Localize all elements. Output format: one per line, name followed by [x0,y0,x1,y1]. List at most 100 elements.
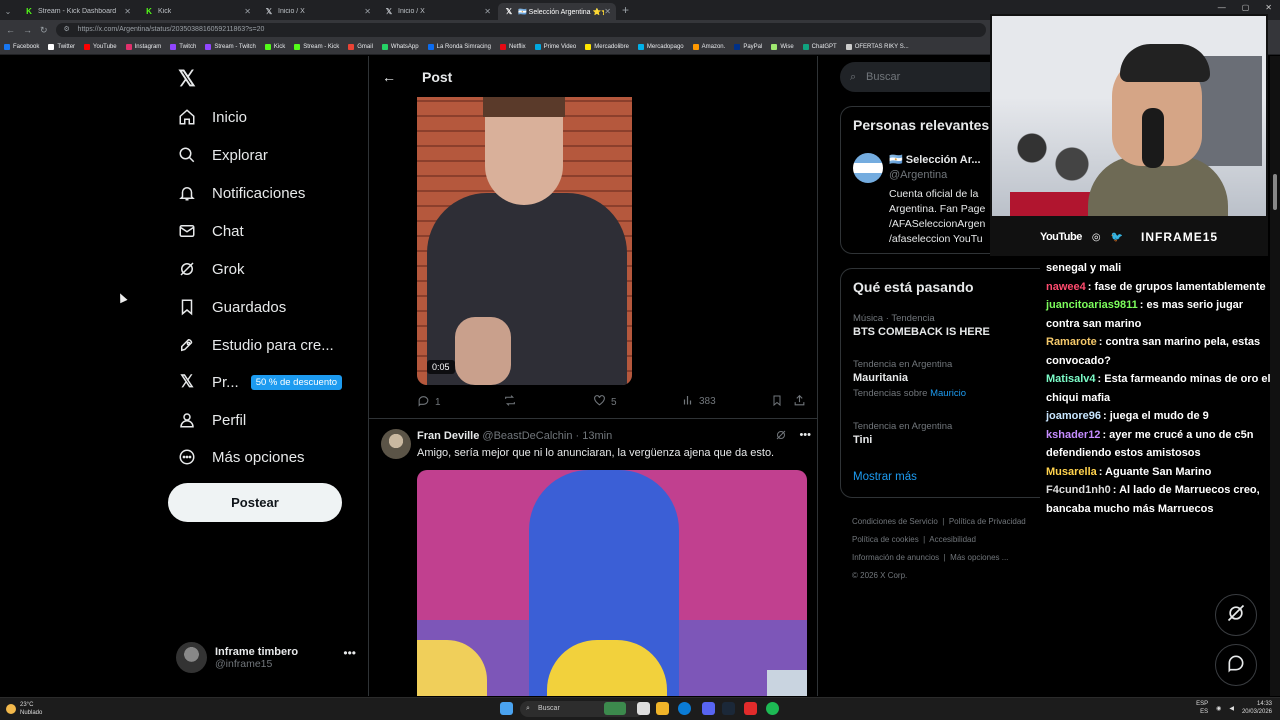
close-icon[interactable]: ✕ [124,7,131,16]
bookmark-item[interactable]: Twitter [48,44,75,50]
trend-link[interactable]: Mauricio [930,388,966,399]
bookmark-item[interactable]: Instagram [125,44,161,50]
start-icon[interactable] [500,702,513,715]
tab-inicio-x-2[interactable]: 𝕏 Inicio / X ✕ [378,3,496,20]
maximize-icon[interactable]: ▢ [1242,3,1250,12]
trend-item[interactable]: Tendencia en Argentina Tini [853,421,952,446]
minimize-icon[interactable]: — [1218,3,1226,12]
more-horizontal-icon[interactable]: ••• [343,646,356,660]
bookmark-item[interactable]: ChatGPT [802,44,837,50]
nav-item-premium[interactable]: 𝕏 Pr... 50 % de descuento [178,372,343,391]
bookmark-item[interactable]: YouTube [84,44,117,50]
weather-widget[interactable]: 23°C Nublado [6,701,42,717]
close-icon[interactable]: ✕ [244,7,251,16]
more-horizontal-icon[interactable]: ••• [799,429,811,444]
chat-username: Matisalv4 [1046,373,1096,385]
nav-item-guardados[interactable]: Guardados [178,298,286,316]
edge-icon[interactable] [678,702,691,715]
discord-icon[interactable] [702,702,715,715]
tab-kick-dashboard[interactable]: K Stream - Kick Dashboard ✕ [18,3,136,20]
show-more-link[interactable]: Mostrar más [853,471,917,483]
like-button[interactable]: 5 [593,394,617,410]
tab-inicio-x-1[interactable]: 𝕏 Inicio / X ✕ [258,3,376,20]
bookmark-item[interactable]: Mercadolibre [585,44,629,50]
close-icon[interactable]: ✕ [604,7,611,16]
post-video[interactable]: 0:05 [417,97,632,385]
app-icon[interactable] [744,702,757,715]
reload-icon[interactable]: ↻ [40,25,48,36]
views-button[interactable]: 383 [682,394,716,409]
trend-item[interactable]: Música · Tendencia BTS COMEBACK IS HERE [853,313,990,338]
url-input[interactable]: https://x.com/Argentina/status/203503881… [55,23,986,37]
forward-icon[interactable]: → [23,25,32,35]
bookmark-icon [771,394,783,410]
bookmark-favicon-icon [734,44,741,50]
x-logo-icon[interactable]: 𝕏 [178,66,196,92]
steam-icon[interactable] [722,702,735,715]
bookmark-item[interactable]: Stream - Kick [294,44,339,50]
back-icon[interactable]: ← [6,25,15,35]
nav-item-mas-opciones[interactable]: Más opciones [178,448,305,466]
relevant-handle[interactable]: @Argentina [889,169,947,181]
reply-gif[interactable] [417,470,807,696]
nav-item-inicio[interactable]: Inicio [178,108,247,126]
spotify-icon[interactable] [766,702,779,715]
chat-message: kshader12: ayer me crucé a uno de c5n de… [1046,426,1276,463]
gif-object [767,670,807,696]
bookmark-item[interactable]: Amazon. [692,44,725,50]
avatar[interactable] [853,153,883,183]
bookmark-item[interactable]: Prime Video [534,44,576,50]
bookmark-item[interactable]: Mercadopago [637,44,684,50]
nav-item-grok[interactable]: Grok [178,260,245,278]
tab-search-button[interactable]: ⌄ [0,3,16,20]
grok-icon[interactable] [775,429,787,444]
bookmark-item[interactable]: Kick [264,44,285,50]
bookmark-item[interactable]: PayPal [734,44,762,50]
back-arrow-icon[interactable]: ← [382,69,396,85]
tab-seleccion-argentina[interactable]: 𝕏🇦🇷 Selección Argentina ⭐⭐⭐✕ [498,3,616,20]
nav-item-chat[interactable]: Chat [178,222,244,240]
reply-author-handle[interactable]: @BeastDeCalchin [482,430,572,442]
bell-icon [178,184,196,202]
trend-item[interactable]: Tendencia en Argentina Mauritania Tenden… [853,359,966,399]
bookmark-item[interactable]: Gmail [348,44,373,50]
repost-button[interactable] [503,394,522,410]
nav-item-perfil[interactable]: Perfil [178,411,246,429]
tab-kick[interactable]: K Kick ✕ [138,3,256,20]
bookmark-item[interactable]: WhatsApp [381,44,419,50]
bookmark-item[interactable]: Netflix [499,44,526,50]
share-button[interactable] [793,394,806,410]
clock[interactable]: 14:33 20/03/2026 [1242,700,1272,716]
avatar[interactable] [381,429,411,459]
bookmark-item[interactable]: Facebook [4,44,39,50]
bookmark-item[interactable]: La Ronda Simracing [427,44,491,50]
bookmark-item[interactable]: Wise [771,44,794,50]
grok-button[interactable] [1215,594,1257,636]
scrollbar-thumb[interactable] [1273,174,1277,210]
account-switcher[interactable]: Inframe timbero @inframe15 ••• [176,642,356,673]
reply-button[interactable]: 1 [417,394,441,410]
bookmark-item[interactable]: Twitch [170,44,196,50]
reply-timestamp[interactable]: 13min [582,430,612,442]
file-explorer-icon[interactable] [656,702,669,715]
post-button[interactable]: Postear [168,483,342,522]
close-icon[interactable]: ✕ [484,7,491,16]
search-input[interactable]: ⌕ Buscar [840,62,1000,92]
nav-item-estudio[interactable]: Estudio para cre... [178,336,334,354]
new-tab-button[interactable]: + [622,3,629,20]
nav-item-explorar[interactable]: Explorar [178,146,268,164]
task-view-icon[interactable] [637,702,650,715]
widgets-icon[interactable] [604,702,626,715]
relevant-name[interactable]: 🇦🇷 Selección Ar... [889,153,981,166]
messages-button[interactable] [1215,644,1257,686]
bookmark-button[interactable] [771,394,783,410]
close-window-icon[interactable]: ✕ [1265,3,1272,12]
reply-author-name[interactable]: Fran Deville [417,430,479,442]
volume-icon[interactable]: ◀ [1229,705,1234,712]
nav-item-notificaciones[interactable]: Notificaciones [178,184,305,202]
wifi-icon[interactable]: ◉ [1216,705,1221,712]
bookmark-item[interactable]: OFERTAS RIKY S... [845,44,909,50]
bookmark-item[interactable]: Stream - Twitch [205,44,256,50]
scrollbar[interactable] [1270,56,1280,696]
close-icon[interactable]: ✕ [364,7,371,16]
